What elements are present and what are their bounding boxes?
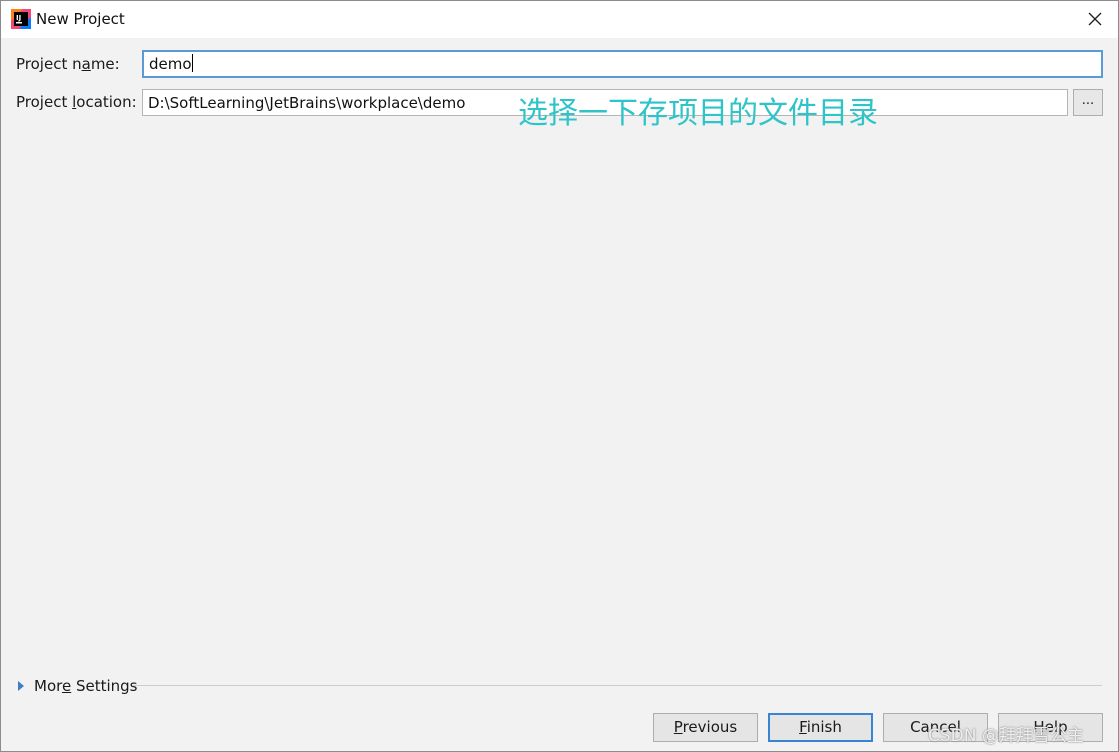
close-icon <box>1088 12 1102 26</box>
new-project-dialog: IJ New Project Project name: demo Projec… <box>0 0 1119 752</box>
project-name-label: Project name: <box>16 55 120 73</box>
finish-button[interactable]: Finish <box>768 713 873 742</box>
expand-arrow-icon <box>18 681 24 691</box>
more-settings-label: More Settings <box>34 677 138 695</box>
more-settings-toggle[interactable]: More Settings <box>15 677 138 695</box>
project-name-input[interactable]: demo <box>142 50 1103 78</box>
watermark: CSDN @拜拜雪公主 <box>928 726 1084 746</box>
close-button[interactable] <box>1082 6 1108 32</box>
browse-button[interactable]: ... <box>1073 89 1103 116</box>
project-location-label: Project location: <box>16 93 137 111</box>
intellij-idea-icon: IJ <box>11 9 31 29</box>
window-title: New Project <box>36 10 125 28</box>
title-bar: IJ New Project <box>1 1 1118 38</box>
text-caret <box>191 54 193 72</box>
svg-text:IJ: IJ <box>16 14 21 22</box>
previous-button[interactable]: Previous <box>653 713 758 742</box>
annotation-text: 选择一下存项目的文件目录 <box>518 96 878 131</box>
more-settings-divider <box>132 685 1102 686</box>
